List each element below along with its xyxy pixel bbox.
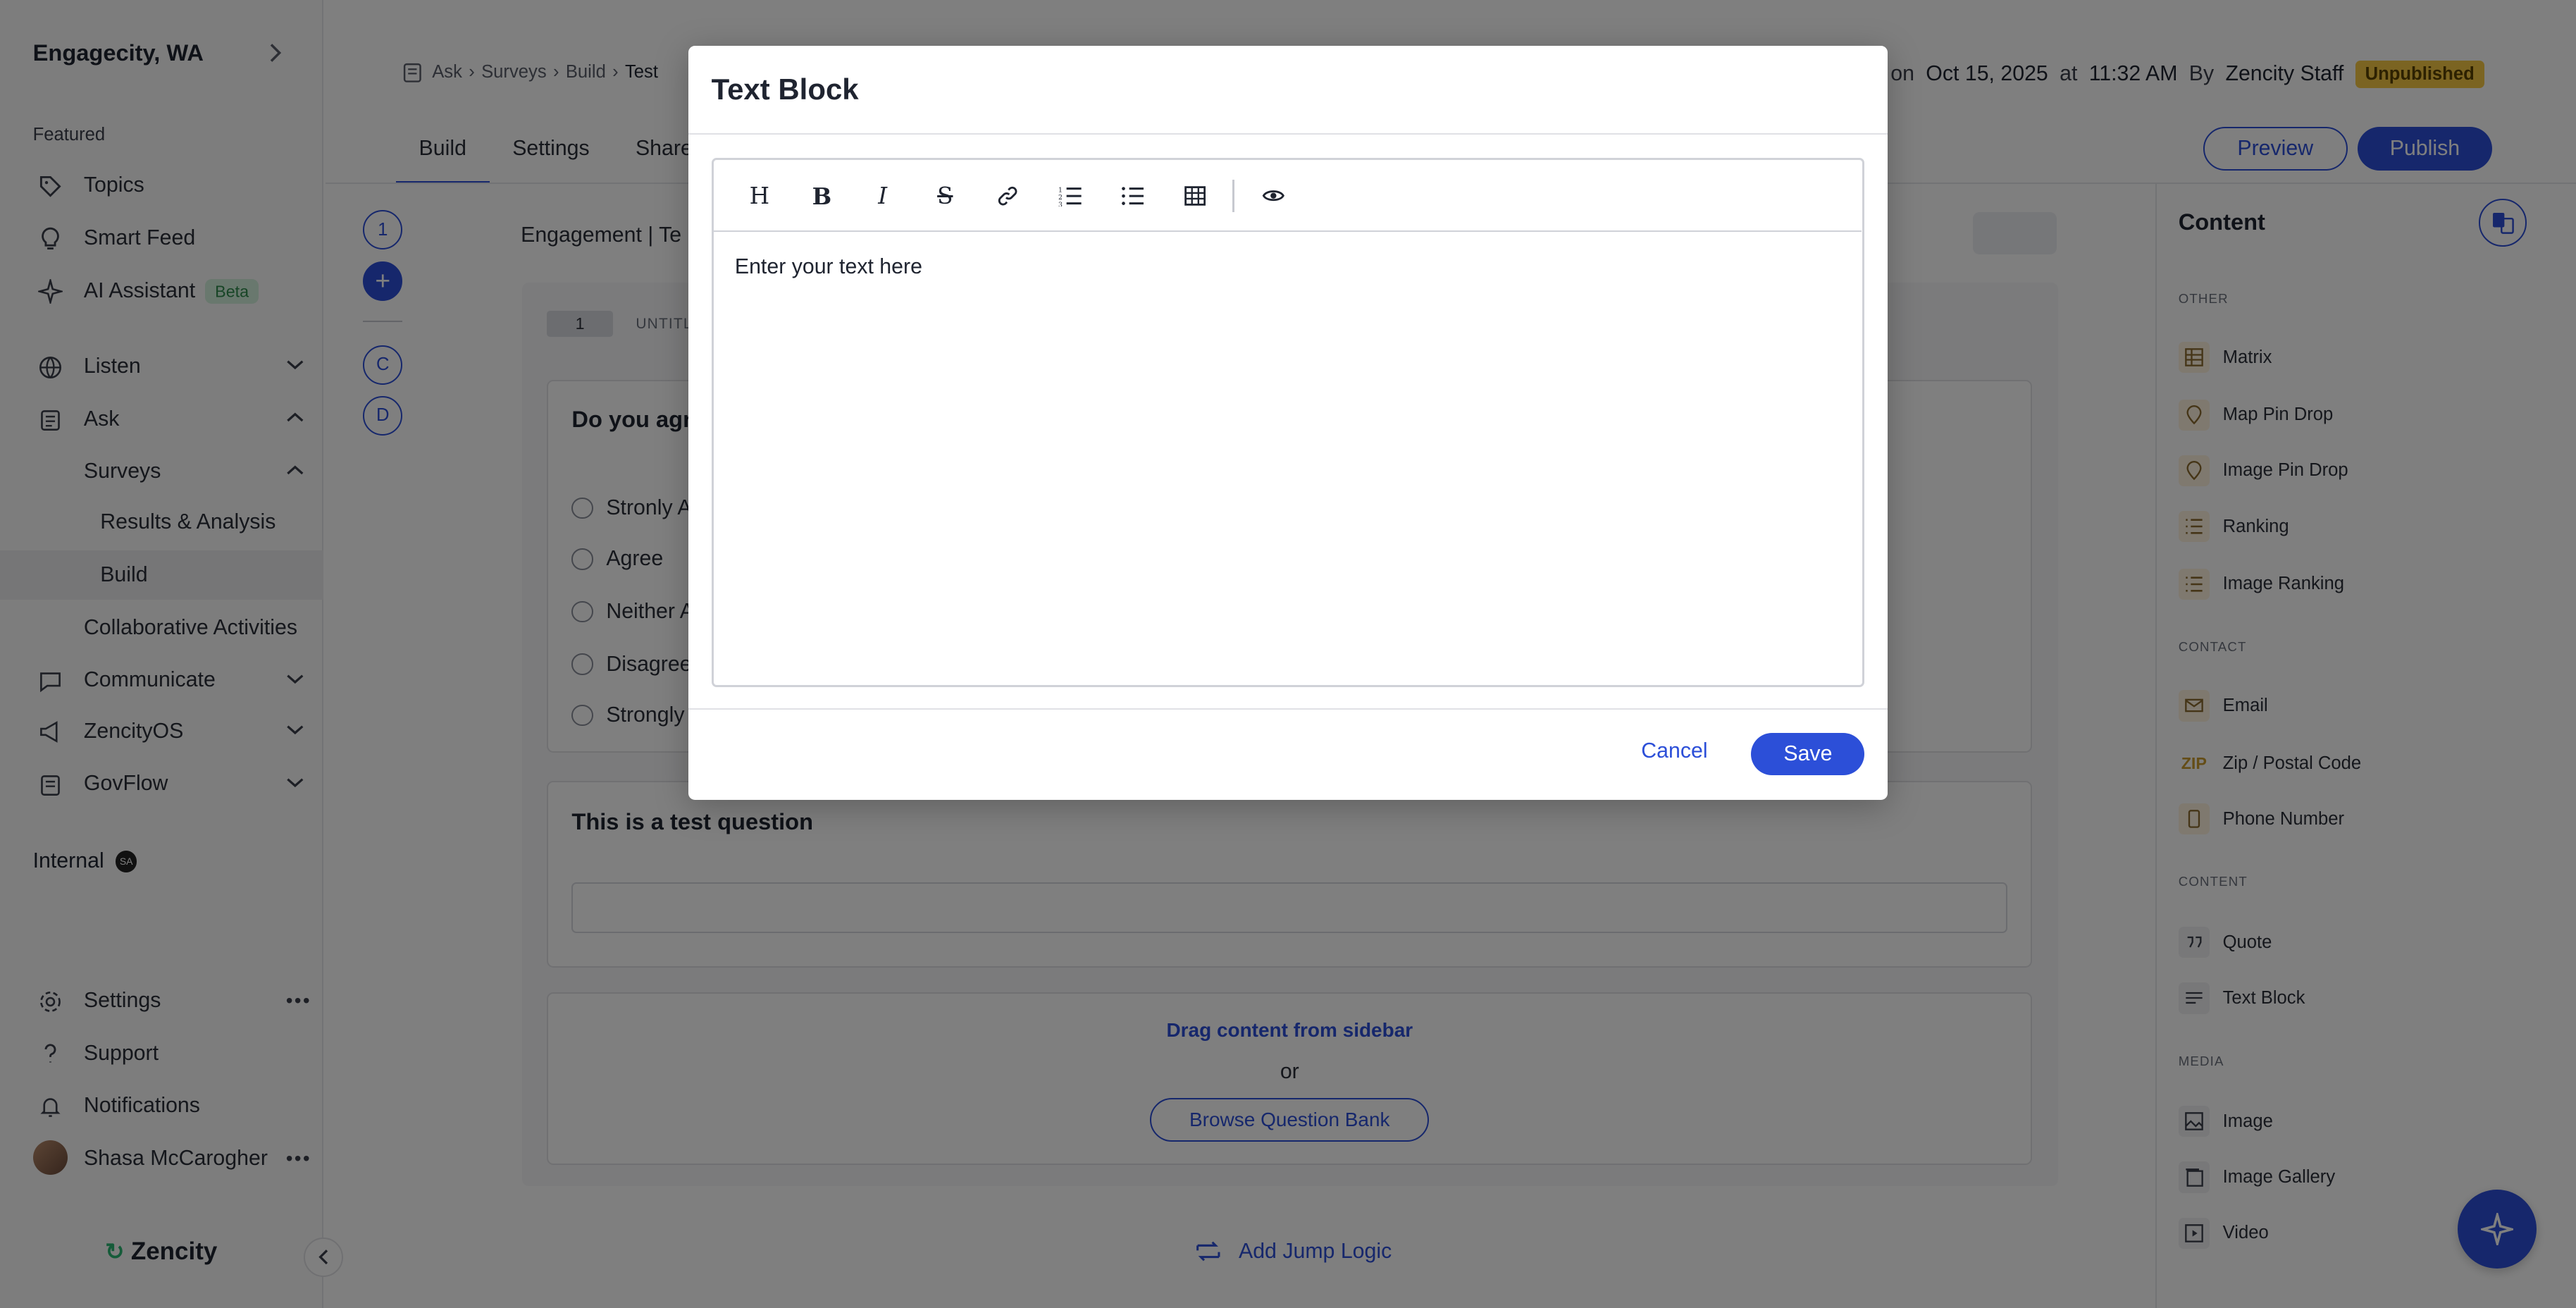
bullet-list-icon[interactable] [1116, 180, 1149, 213]
svg-text:1: 1 [1058, 186, 1063, 194]
cancel-button[interactable]: Cancel [1641, 739, 1707, 763]
text-block-modal: Text Block H B I S 123 Enter your text h… [688, 46, 1888, 801]
italic-glyph: I [878, 183, 888, 210]
svg-text:2: 2 [1058, 194, 1063, 202]
app-root: Engagecity, WA Featured Topics Smart Fee… [0, 0, 2576, 1308]
modal-divider [688, 132, 1888, 135]
ordered-list-icon[interactable]: 123 [1053, 180, 1086, 213]
heading-icon[interactable]: H [743, 180, 776, 213]
svg-text:3: 3 [1058, 201, 1063, 206]
modal-title: Text Block [711, 72, 859, 106]
bold-icon[interactable]: B [805, 180, 838, 213]
modal-footer-divider [688, 708, 1888, 710]
strikethrough-icon[interactable]: S [929, 180, 962, 213]
editor-toolbar: H B I S 123 [713, 160, 1862, 233]
toolbar-separator [1232, 179, 1234, 213]
italic-icon[interactable]: I [866, 180, 899, 213]
table-icon[interactable] [1178, 180, 1211, 213]
strike-glyph: S [937, 183, 953, 210]
save-button[interactable]: Save [1751, 732, 1865, 776]
preview-eye-icon[interactable] [1257, 180, 1290, 213]
link-icon[interactable] [991, 180, 1024, 213]
heading-glyph: H [749, 183, 770, 210]
bold-glyph: B [812, 182, 832, 210]
rich-text-editor: H B I S 123 Enter your text here [711, 157, 1865, 687]
editor-content[interactable]: Enter your text here [735, 255, 922, 279]
